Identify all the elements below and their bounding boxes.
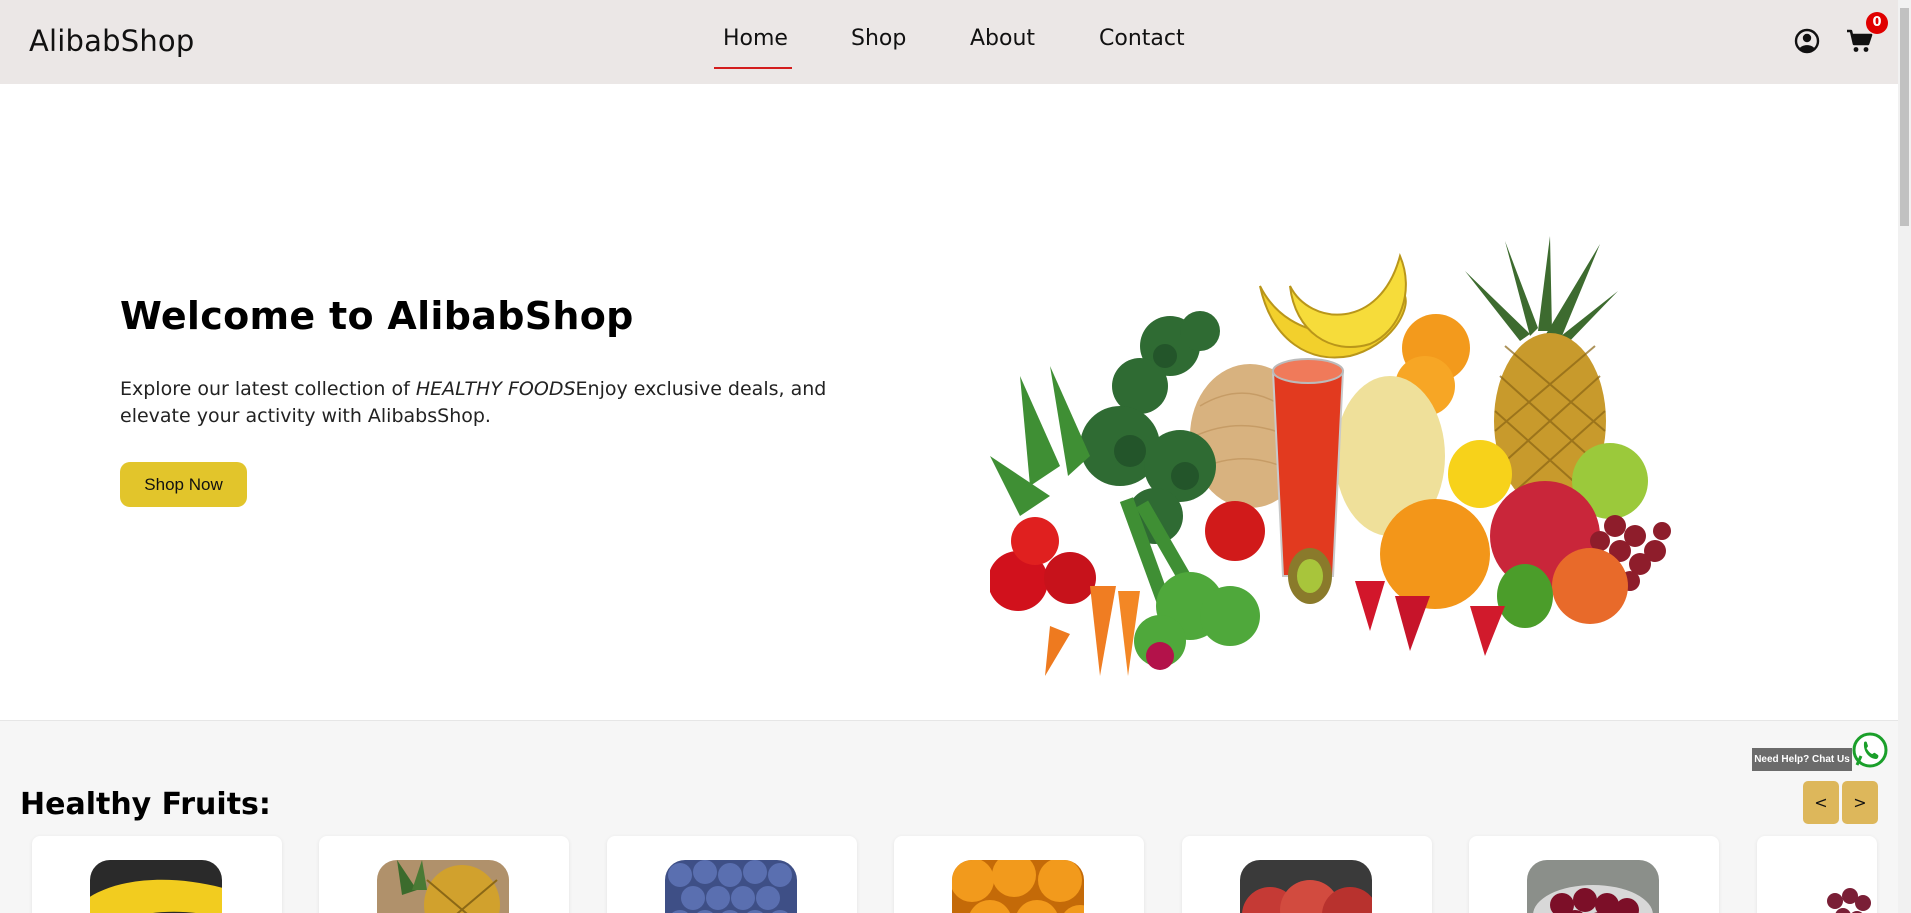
pineapple-image <box>377 860 509 913</box>
product-card-blueberry[interactable] <box>607 836 857 913</box>
cherry-image <box>1527 860 1659 913</box>
scrollbar-thumb[interactable] <box>1900 8 1909 226</box>
product-card-grape[interactable] <box>1757 836 1877 913</box>
product-card-orange[interactable] <box>894 836 1144 913</box>
hero-description: Explore our latest collection of HEALTHY… <box>120 378 827 427</box>
nav-contact[interactable]: Contact <box>1099 26 1185 51</box>
carousel-next-button[interactable]: > <box>1842 781 1878 824</box>
nav-about[interactable]: About <box>970 26 1035 51</box>
product-card-pineapple[interactable] <box>319 836 569 913</box>
shop-now-button[interactable]: Shop Now <box>120 462 247 507</box>
site-header: AlibabShop Home Shop About Contact 0 <box>0 0 1898 84</box>
nav-shop[interactable]: Shop <box>851 26 906 51</box>
orange-image <box>952 860 1084 913</box>
grape-image <box>1827 888 1871 913</box>
fruits-vegetables-image <box>990 236 1671 676</box>
active-nav-underline <box>714 67 792 69</box>
chat-help-label[interactable]: Need Help? Chat Us <box>1752 748 1852 771</box>
product-card-banana[interactable] <box>32 836 282 913</box>
healthy-fruits-section: Healthy Fruits: < > <box>0 720 1898 913</box>
product-card-apple[interactable] <box>1182 836 1432 913</box>
whatsapp-icon[interactable] <box>1852 732 1888 768</box>
cart-count-badge: 0 <box>1866 12 1888 34</box>
blueberry-image <box>665 860 797 913</box>
banana-image <box>90 860 222 913</box>
main-nav: Home Shop About Contact <box>0 0 1898 84</box>
user-icon[interactable] <box>1794 28 1820 54</box>
section-title: Healthy Fruits: <box>20 787 271 822</box>
nav-home[interactable]: Home <box>723 26 788 51</box>
product-card-cherry[interactable] <box>1469 836 1719 913</box>
carousel-prev-button[interactable]: < <box>1803 781 1839 824</box>
page-scrollbar[interactable] <box>1898 0 1911 913</box>
hero-title: Welcome to AlibabShop <box>120 294 634 338</box>
apple-image <box>1240 860 1372 913</box>
